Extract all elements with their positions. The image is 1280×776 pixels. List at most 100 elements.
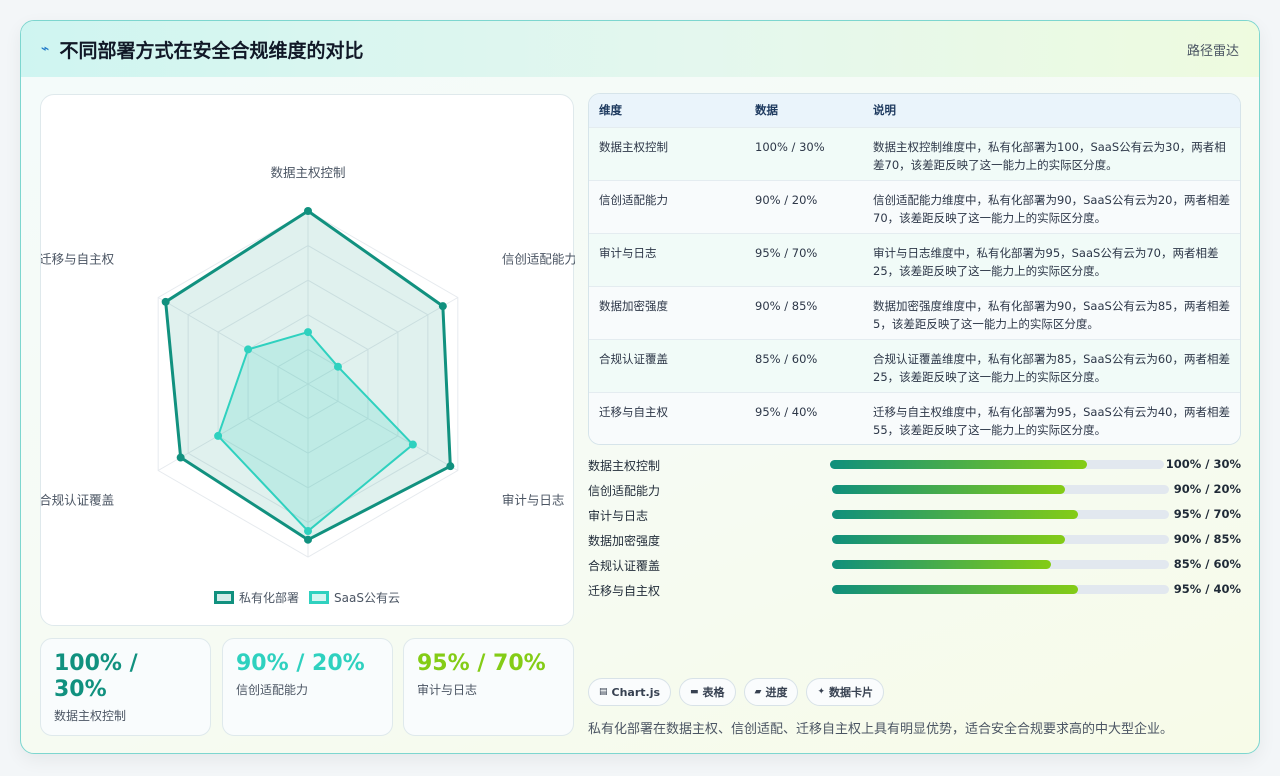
progress-row: 审计与日志 95% / 70% [588,504,1241,529]
progress-label: 数据主权控制 [588,459,661,473]
progress-label: 数据加密强度 [588,534,661,548]
table-cell-data: 90% / 20% [755,192,818,207]
table-row: 数据主权控制 100% / 30% 数据主权控制维度中，私有化部署为100，Sa… [589,127,1240,180]
progress-label: 审计与日志 [588,509,649,523]
stat-label: 审计与日志 [417,683,478,697]
radar-chart-panel: 数据主权控制信创适配能力审计与日志数据加密强度合规认证覆盖迁移与自主权 私有化部… [40,94,575,626]
table-header-row: 维度 数据 说明 [589,94,1240,127]
progress-value: 95% / 70% [1173,507,1241,521]
page-title: 不同部署方式在安全合规维度的对比 [59,39,364,62]
table-cell-data: 100% / 30% [755,139,825,154]
stat-card-sovereignty: 100% / 30% 数据主权控制 [40,638,211,736]
chip-chartjs[interactable]: ▤ Chart.js [588,678,672,706]
radar-point [244,345,253,354]
table-cell-description: 数据加密强度维度中，私有化部署为90，SaaS公有云为85，两者相差5，该差距反… [873,298,1230,331]
chip-label: 数据卡片 [829,686,874,699]
table-cell-dimension: 合规认证覆盖 [599,351,668,366]
table-cell-data: 95% / 40% [755,404,818,419]
progress-track [832,535,1169,544]
progress-fill [832,535,1065,544]
summary-note: 私有化部署在数据主权、信创适配、迁移自主权上具有明显优势，适合安全合规要求高的中… [588,722,1174,737]
chip-label: Chart.js [611,685,661,699]
progress-track [832,560,1169,569]
table-cell-description: 迁移与自主权维度中，私有化部署为95，SaaS公有云为40，两者相差55，该差距… [873,404,1230,437]
table-cell-dimension: 审计与日志 [599,245,657,260]
progress-value: 85% / 60% [1173,557,1241,571]
stat-value: 95% / 70% [417,651,546,676]
legend-label-saas: SaaS公有云 [334,591,400,605]
radar-point [304,207,312,215]
radar-point [304,328,312,337]
radar-point [333,362,342,371]
table-cell-dimension: 数据主权控制 [599,139,668,154]
table-header-dimension: 维度 [599,103,622,118]
stat-card-xinchuang: 90% / 20% 信创适配能力 [222,638,393,736]
table-row: 迁移与自主权 95% / 40% 迁移与自主权维度中，私有化部署为95，SaaS… [589,392,1240,444]
progress-list: 数据主权控制 100% / 30% 信创适配能力 90% / 20% 审计与日志… [588,454,1241,604]
radar-point [214,431,223,440]
chip-progress[interactable]: ▰ 进度 [743,678,799,706]
progress-track [832,485,1169,494]
stat-value: 100% / 30% [54,651,138,702]
radar-point [304,527,312,536]
legend-swatch-saas [309,591,330,604]
table-cell-dimension: 迁移与自主权 [599,404,668,419]
stat-label: 信创适配能力 [236,683,309,697]
progress-icon: ▰ [754,687,762,697]
progress-row: 数据加密强度 90% / 85% [588,529,1241,554]
stat-value: 90% / 20% [236,651,365,676]
progress-row: 数据主权控制 100% / 30% [588,454,1241,479]
table-cell-description: 数据主权控制维度中，私有化部署为100，SaaS公有云为30，两者相差70，该差… [873,139,1226,172]
radar-category-label: 信创适配能力 [502,252,575,267]
radar-point [161,297,170,306]
progress-fill [830,460,1088,469]
radar-category-label: 合规认证覆盖 [41,493,114,508]
radar-point [304,535,312,544]
radar-point [438,302,447,311]
progress-value: 90% / 20% [1173,482,1241,496]
legend-item-saas[interactable]: SaaS公有云 [309,589,400,606]
progress-track [830,460,1164,469]
table-header-data: 数据 [755,103,778,118]
comparison-table: 维度 数据 说明 数据主权控制 100% / 30% 数据主权控制维度中，私有化… [588,93,1241,445]
bolt-icon: ⌁ [41,41,50,57]
chart-icon: ▤ [599,687,608,697]
stat-label: 数据主权控制 [54,709,127,723]
progress-row: 信创适配能力 90% / 20% [588,479,1241,504]
chip-table[interactable]: ▬ 表格 [679,678,736,706]
legend-item-private[interactable]: 私有化部署 [214,589,299,606]
main-card: ⌁ 不同部署方式在安全合规维度的对比 路径雷达 数据主权控制 信创适配能力 审计与日… [20,20,1260,754]
legend-swatch-private [214,591,235,604]
header-right-label: 路径雷达 [1186,43,1239,59]
table-row: 信创适配能力 90% / 20% 信创适配能力维度中，私有化部署为90，SaaS… [589,180,1240,233]
radar-category-label: 迁移与自主权 [41,252,115,267]
radar-point [446,462,455,471]
stat-cards: 100% / 30% 数据主权控制 90% / 20% 信创适配能力 95% /… [40,638,574,736]
header: ⌁ 不同部署方式在安全合规维度的对比 路径雷达 [21,21,1259,77]
progress-row: 合规认证覆盖 85% / 60% [588,554,1241,579]
radar-point [176,453,185,462]
progress-track [832,585,1169,594]
progress-fill [832,560,1052,569]
radar-chart: 数据主权控制信创适配能力审计与日志数据加密强度合规认证覆盖迁移与自主权 [41,165,575,558]
table-row: 数据加密强度 90% / 85% 数据加密强度维度中，私有化部署为90，SaaS… [589,286,1240,339]
table-row: 审计与日志 95% / 70% 审计与日志维度中，私有化部署为95，SaaS公有… [589,233,1240,286]
chart-legend: 私有化部署 SaaS公有云 [41,589,573,606]
table-cell-data: 90% / 85% [755,298,818,313]
table-cell-data: 95% / 70% [755,245,818,260]
table-icon: ▬ [690,687,699,697]
legend-label-private: 私有化部署 [239,591,300,605]
sparkle-icon: ✦ [817,687,826,697]
radar-point [408,440,417,449]
table-cell-description: 信创适配能力维度中，私有化部署为90，SaaS公有云为20，两者相差70，该差距… [873,192,1230,225]
chip-data-card[interactable]: ✦ 数据卡片 [806,678,885,706]
table-cell-data: 85% / 60% [755,351,818,366]
progress-label: 信创适配能力 [588,484,661,498]
progress-label: 迁移与自主权 [588,584,661,598]
progress-fill [832,510,1078,519]
table-cell-description: 审计与日志维度中，私有化部署为95，SaaS公有云为70，两者相差25，该差距反… [873,245,1219,278]
progress-value: 100% / 30% [1165,457,1241,471]
tag-chips: ▤ Chart.js ▬ 表格 ▰ 进度 ✦ 数据卡片 [588,678,885,706]
progress-fill [832,585,1078,594]
progress-value: 95% / 40% [1173,582,1241,596]
